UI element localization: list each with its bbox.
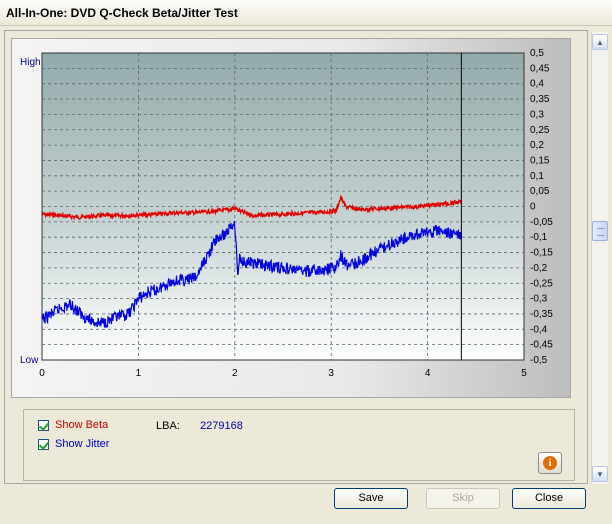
x-tick-label: 1 (136, 368, 142, 379)
save-button[interactable]: Save (334, 488, 408, 509)
vertical-scrollbar[interactable]: ▲ ▼ (591, 32, 608, 484)
lba-label: LBA: (156, 420, 180, 432)
skip-button[interactable]: Skip (426, 488, 500, 509)
y-tick-label: -0,35 (530, 309, 553, 320)
x-tick-label: 2 (232, 368, 238, 379)
main-panel: High Low 0 1 2 3 4 5 0,5 0,45 0,4 0,35 0,3 0,25 0,2… (4, 30, 588, 484)
y-tick-label: 0,45 (530, 63, 550, 74)
show-beta-checkbox[interactable] (38, 419, 49, 431)
show-jitter-checkbox[interactable] (38, 438, 49, 450)
show-beta-toggle[interactable]: Show Beta (38, 419, 108, 431)
y-tick-label: 0,5 (530, 48, 544, 59)
y-tick-label: -0,15 (530, 248, 553, 259)
info-button[interactable]: i (538, 452, 562, 474)
x-tick-label: 4 (425, 368, 431, 379)
show-beta-label[interactable]: Show Beta (55, 419, 108, 431)
scroll-thumb[interactable] (592, 221, 608, 241)
y-tick-label: 0,15 (530, 155, 550, 166)
scroll-down-button[interactable]: ▼ (592, 466, 608, 482)
y-tick-label: -0,1 (530, 232, 548, 243)
y-tick-label: -0,45 (530, 340, 553, 351)
y-tick-label: 0,25 (530, 125, 550, 136)
x-tick-label: 3 (328, 368, 334, 379)
y-tick-label: -0,25 (530, 278, 553, 289)
y-axis-top-label: High (20, 57, 41, 68)
y-tick-label: 0,1 (530, 171, 544, 182)
lba-value: 2279168 (200, 420, 243, 432)
title-bar: All-In-One: DVD Q-Check Beta/Jitter Test (0, 0, 612, 26)
y-tick-label: 0,3 (530, 109, 544, 120)
y-tick-label: -0,5 (530, 355, 548, 366)
y-tick-label: -0,2 (530, 263, 548, 274)
x-tick-label: 5 (521, 368, 527, 379)
window-title: All-In-One: DVD Q-Check Beta/Jitter Test (6, 6, 238, 20)
y-tick-label: 0,05 (530, 186, 550, 197)
y-tick-label: -0,3 (530, 294, 548, 305)
close-button[interactable]: Close (512, 488, 586, 509)
show-jitter-toggle[interactable]: Show Jitter (38, 438, 109, 450)
y-tick-label: 0,4 (530, 79, 544, 90)
show-jitter-label[interactable]: Show Jitter (55, 438, 109, 450)
y-tick-label: -0,4 (530, 324, 548, 335)
info-icon: i (543, 456, 557, 470)
y-tick-label: -0,05 (530, 217, 553, 228)
y-tick-label: 0 (530, 202, 536, 213)
y-tick-label: 0,35 (530, 94, 550, 105)
y-tick-label: 0,2 (530, 140, 544, 151)
y-axis-bottom-label: Low (20, 355, 39, 366)
chart-panel: High Low 0 1 2 3 4 5 0,5 0,45 0,4 0,35 0,3 0,25 0,2… (11, 38, 571, 398)
beta-jitter-chart: High Low 0 1 2 3 4 5 0,5 0,45 0,4 0,35 0,3 0,25 0,2… (20, 48, 553, 379)
x-tick-label: 0 (39, 368, 45, 379)
scroll-up-button[interactable]: ▲ (592, 34, 608, 50)
controls-panel: Show Beta Show Jitter LBA: 2279168 i (23, 409, 575, 481)
